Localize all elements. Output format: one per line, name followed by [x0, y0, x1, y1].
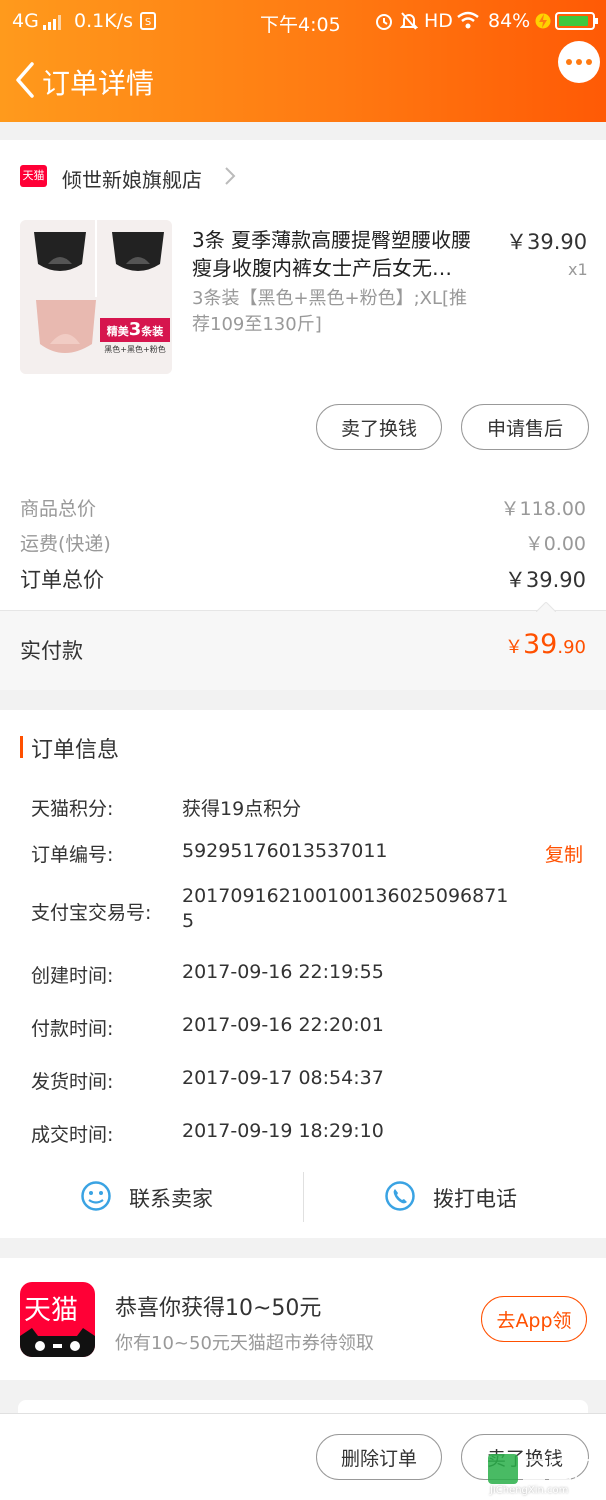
completed-time-value: 2017-09-19 18:29:10 [182, 1120, 384, 1142]
product-image-tag: 精美3条装 [100, 318, 170, 342]
hd-label: HD [424, 10, 453, 32]
product-item[interactable]: 精美3条装 黑色+黑色+粉色 3条 夏季薄款高腰提臀塑腰收腰 瘦身收腹内裤女士产… [0, 220, 606, 380]
contact-seller-label: 联系卖家 [129, 1187, 213, 1211]
caret-up-icon [536, 602, 556, 612]
goods-total-label: 商品总价 [20, 498, 97, 520]
site-watermark: JiChengXin.com [486, 1454, 604, 1498]
alipay-trade-value-line2: 5 [182, 910, 195, 932]
alipay-trade-value-line1: 20170916210010013602509687​1 [182, 885, 509, 907]
tmall-app-logo: 天猫 [20, 1282, 95, 1357]
promo-subtitle: 你有10~50元天猫超市券待领取 [115, 1333, 374, 1354]
paid-time-label: 付款时间: [31, 1018, 114, 1040]
product-image-tag-num: 3 [128, 319, 142, 340]
points-value: 获得19点积分 [182, 798, 302, 820]
product-quantity: x1 [568, 260, 588, 279]
status-bar: 4G 0.1K/s S 下午4:05 HD 84% [0, 0, 606, 42]
shipped-time-value: 2017-09-17 08:54:37 [182, 1067, 384, 1089]
alarm-icon [376, 14, 392, 30]
section-accent-bar [20, 736, 23, 758]
contact-seller-button[interactable]: 联系卖家 [0, 1170, 303, 1226]
battery-percent: 84% [488, 10, 531, 32]
chevron-right-icon [225, 167, 236, 185]
paid-time-value: 2017-09-16 22:20:01 [182, 1014, 384, 1036]
product-image-tag-suffix: 条装 [141, 325, 164, 338]
call-phone-label: 拨打电话 [433, 1187, 517, 1211]
tmall-badge: 天猫 [20, 165, 47, 187]
product-image: 精美3条装 黑色+黑色+粉色 [20, 220, 172, 374]
goods-total-value: ￥118.00 [500, 498, 586, 520]
phone-icon [385, 1181, 415, 1211]
svg-text:S: S [145, 17, 151, 28]
product-price: ￥39.90 [506, 230, 588, 254]
order-info-card: 订单信息 天猫积分: 获得19点积分 订单编号: 592951760135370… [0, 710, 606, 1238]
request-after-sale-button[interactable]: 申请售后 [461, 404, 589, 450]
sim-icon: S [140, 12, 156, 30]
paid-label: 实付款 [20, 639, 83, 663]
back-arrow-icon[interactable] [10, 60, 42, 100]
copy-button[interactable]: 复制 [545, 840, 583, 867]
watermark-logo-mark [523, 1459, 597, 1481]
created-time-label: 创建时间: [31, 965, 114, 987]
order-total-value: ￥39.90 [504, 568, 586, 592]
order-info-title: 订单信息 [31, 738, 120, 763]
order-number-value: 59295176013537011 [182, 840, 388, 862]
promo-title: 恭喜你获得10~50元 [115, 1296, 322, 1321]
tmall-logo-text: 天猫 [24, 1295, 78, 1326]
product-image-caption: 黑色+黑色+粉色 [104, 345, 166, 354]
order-item-card: 天猫 倾世新娘旗舰店 精美3条装 黑色+黑色+粉色 3条 夏季薄款高腰提臀塑腰收… [0, 140, 606, 690]
nav-bar: 订单详情 [0, 48, 606, 114]
shop-header[interactable]: 天猫 倾世新娘旗舰店 [0, 140, 606, 210]
product-title-line2: 瘦身收腹内裤女士产后女无… [192, 256, 452, 280]
call-phone-button[interactable]: 拨打电话 [304, 1170, 606, 1226]
chat-face-icon [81, 1181, 111, 1211]
signal-icon [43, 15, 61, 30]
order-total-label: 订单总价 [20, 568, 104, 592]
page-title: 订单详情 [42, 67, 155, 100]
product-sku-line1: 3条装【黑色+黑色+粉色】;XL[推 [192, 288, 468, 309]
paid-row: 实付款 ￥39.90 [0, 602, 606, 690]
product-title-line1: 3条 夏季薄款高腰提臀塑腰收腰 [192, 228, 472, 252]
order-number-label: 订单编号: [31, 844, 114, 866]
created-time-value: 2017-09-16 22:19:55 [182, 961, 384, 983]
wifi-icon [457, 11, 479, 29]
sell-for-cash-button[interactable]: 卖了换钱 [316, 404, 442, 450]
product-sku-line2: 荐109至130斤] [192, 314, 322, 335]
go-to-app-button[interactable]: 去App领 [481, 1296, 587, 1342]
shipping-value: ￥0.00 [524, 533, 586, 555]
app-header: 4G 0.1K/s S 下午4:05 HD 84% 订单详情 [0, 0, 606, 122]
paid-currency: ￥ [505, 637, 523, 658]
product-image-tag-prefix: 精美 [106, 325, 129, 338]
paid-integer: 39 [523, 629, 558, 660]
shipped-time-label: 发货时间: [31, 1071, 114, 1093]
paid-decimal: .90 [557, 637, 586, 658]
battery-icon [555, 12, 598, 30]
paid-value: ￥39.90 [505, 629, 586, 660]
delete-order-button[interactable]: 删除订单 [316, 1434, 442, 1480]
shipping-label: 运费(快递) [20, 533, 111, 555]
points-label: 天猫积分: [31, 798, 114, 820]
clock: 下午4:05 [260, 14, 341, 36]
network-label: 4G [12, 10, 39, 32]
charging-icon [535, 13, 551, 29]
product-sku: 3条装【黑色+黑色+粉色】;XL[推 荐109至130斤] [192, 286, 502, 338]
alipay-trade-value: 20170916210010013602509687​1 5 [182, 884, 508, 934]
completed-time-label: 成交时间: [31, 1124, 114, 1146]
product-title: 3条 夏季薄款高腰提臀塑腰收腰 瘦身收腹内裤女士产后女无… [192, 226, 502, 282]
tmall-cat-icon [20, 1328, 95, 1357]
watermark-logo-icon [488, 1454, 518, 1484]
promo-card[interactable]: 天猫 恭喜你获得10~50元 你有10~50元天猫超市券待领取 去App领 [0, 1258, 606, 1380]
alipay-trade-label: 支付宝交易号: [31, 902, 152, 924]
shop-name: 倾世新娘旗舰店 [62, 168, 202, 192]
mute-icon [400, 12, 418, 30]
network-speed: 0.1K/s [74, 10, 133, 32]
more-menu-button[interactable] [558, 41, 600, 83]
watermark-domain: JiChengXin.com [490, 1485, 569, 1496]
